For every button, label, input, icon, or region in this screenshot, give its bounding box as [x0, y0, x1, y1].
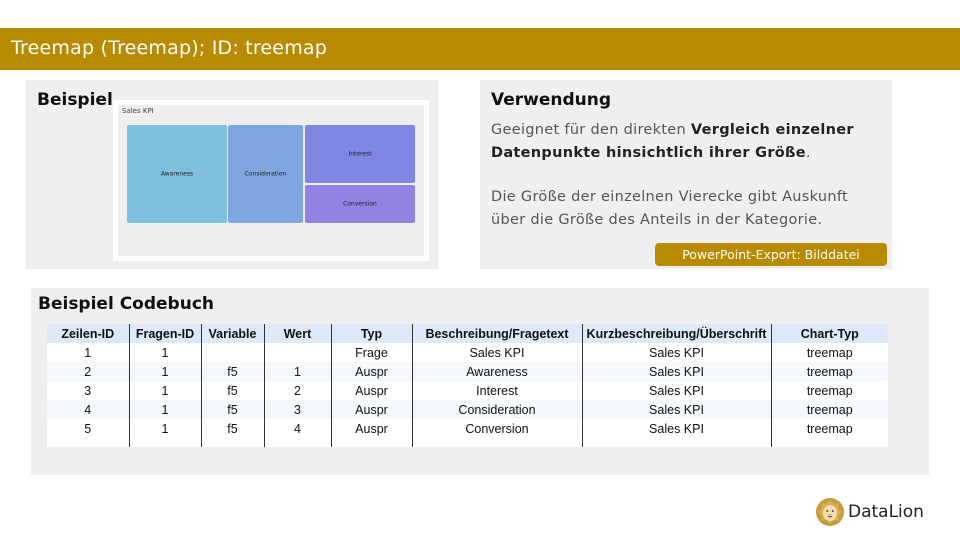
- table-cell: f5: [200, 381, 264, 400]
- column-header: Beschreibung/Fragetext: [411, 324, 582, 343]
- column-header: Typ: [330, 324, 412, 343]
- table-cell: [200, 438, 264, 447]
- treemap-title: Sales KPI: [122, 107, 154, 115]
- table-cell: 2: [47, 362, 129, 381]
- table-cell: Interest: [411, 381, 582, 400]
- export-badge: PowerPoint-Export: Bilddatei: [655, 243, 887, 266]
- table-cell: 2: [263, 381, 331, 400]
- table-cell: f5: [200, 419, 264, 438]
- column-header: Wert: [263, 324, 331, 343]
- table-cell: 1: [47, 343, 129, 362]
- table-cell: Sales KPI: [581, 381, 771, 400]
- table-cell: f5: [200, 362, 264, 381]
- table-cell: Sales KPI: [581, 362, 771, 381]
- table-cell: [200, 343, 264, 362]
- table-row: 3 1 f5 2 Auspr Interest Sales KPI treemap: [47, 381, 888, 400]
- table-cell: 3: [47, 381, 129, 400]
- table-cell: 1: [128, 381, 201, 400]
- example-panel: Beispiel Sales KPI Awareness Consideratio…: [26, 80, 438, 269]
- table-cell: 5: [47, 419, 129, 438]
- codebook-panel: Beispiel Codebuch Zeilen-ID Fragen-ID Va…: [31, 288, 929, 475]
- table-cell: treemap: [770, 343, 888, 362]
- header-bar: Treemap (Treemap); ID: treemap: [0, 28, 960, 70]
- treemap-tile-awareness: Awareness: [127, 125, 227, 223]
- table-cell: 1: [128, 400, 201, 419]
- logo-text: DataLion: [848, 502, 924, 522]
- table-cell: f5: [200, 400, 264, 419]
- table-header-row: Zeilen-ID Fragen-ID Variable Wert Typ Be…: [47, 324, 888, 343]
- codebook-table: Zeilen-ID Fragen-ID Variable Wert Typ Be…: [47, 324, 888, 447]
- table-cell: 4: [47, 400, 129, 419]
- column-header: Variable: [200, 324, 264, 343]
- datalion-logo: DataLion: [815, 497, 935, 527]
- treemap-tile-label: Conversion: [343, 200, 377, 208]
- table-cell: [770, 438, 888, 447]
- table-cell: Auspr: [330, 362, 412, 381]
- treemap-tile-consideration: Consideration: [228, 125, 303, 223]
- table-cell: 1: [128, 343, 201, 362]
- table-cell: [47, 438, 129, 447]
- table-cell: Frage: [330, 343, 412, 362]
- table-cell: 1: [128, 362, 201, 381]
- table-cell: Auspr: [330, 400, 412, 419]
- usage-paragraph-1: Geeignet für den direkten Vergleich einz…: [491, 119, 886, 165]
- treemap-tile-conversion: Conversion: [305, 185, 415, 223]
- column-header: Fragen-ID: [128, 324, 201, 343]
- table-cell: 1: [263, 362, 331, 381]
- table-cell: treemap: [770, 362, 888, 381]
- column-header: Chart-Typ: [770, 324, 888, 343]
- table-cell: Consideration: [411, 400, 582, 419]
- example-heading: Beispiel: [37, 90, 113, 110]
- treemap-tile-label: Consideration: [244, 170, 287, 178]
- table-row: 1 1 Frage Sales KPI Sales KPI treemap: [47, 343, 888, 362]
- table-cell: Auspr: [330, 381, 412, 400]
- table-cell: treemap: [770, 400, 888, 419]
- table-cell: 1: [128, 419, 201, 438]
- treemap-canvas: Sales KPI Awareness Consideration Interest…: [118, 105, 424, 256]
- table-cell: Conversion: [411, 419, 582, 438]
- table-cell: [411, 438, 582, 447]
- table-row: 4 1 f5 3 Auspr Consideration Sales KPI treemap: [47, 400, 888, 419]
- lion-icon: [816, 498, 844, 526]
- column-header: Kurzbeschreibung/Überschrift: [581, 324, 771, 343]
- usage-paragraph-2: Die Größe der einzelnen Vierecke gibt Au…: [491, 189, 848, 228]
- treemap-tile-label: Awareness: [160, 170, 194, 178]
- table-row: 2 1 f5 1 Auspr Awareness Sales KPI treemap: [47, 362, 888, 381]
- table-cell: 4: [263, 419, 331, 438]
- table-cell: [263, 343, 331, 362]
- column-header: Zeilen-ID: [47, 324, 129, 343]
- table-spacer-row: [47, 438, 888, 447]
- table-cell: Sales KPI: [581, 400, 771, 419]
- table-cell: [263, 438, 331, 447]
- codebook-heading: Beispiel Codebuch: [38, 294, 215, 314]
- treemap-preview: Sales KPI Awareness Consideration Interest…: [113, 100, 429, 261]
- table-cell: Sales KPI: [581, 419, 771, 438]
- table-cell: Sales KPI: [411, 343, 582, 362]
- slide-title: Treemap (Treemap); ID: treemap: [11, 37, 328, 59]
- table-cell: [128, 438, 201, 447]
- usage-text-end: .: [805, 145, 811, 161]
- table-cell: treemap: [770, 381, 888, 400]
- table-cell: Auspr: [330, 419, 412, 438]
- treemap-tile-label: Interest: [348, 150, 372, 158]
- table-cell: 3: [263, 400, 331, 419]
- table-cell: [330, 438, 412, 447]
- table-row: 5 1 f5 4 Auspr Conversion Sales KPI treemap: [47, 419, 888, 438]
- table-cell: treemap: [770, 419, 888, 438]
- treemap-tile-interest: Interest: [305, 125, 415, 183]
- usage-heading: Verwendung: [491, 90, 612, 110]
- table-cell: Sales KPI: [581, 343, 771, 362]
- table-cell: Awareness: [411, 362, 582, 381]
- usage-panel: Verwendung Geeignet für den direkten Ver…: [480, 80, 892, 269]
- usage-text: Geeignet für den direkten: [491, 122, 691, 138]
- table-cell: [581, 438, 771, 447]
